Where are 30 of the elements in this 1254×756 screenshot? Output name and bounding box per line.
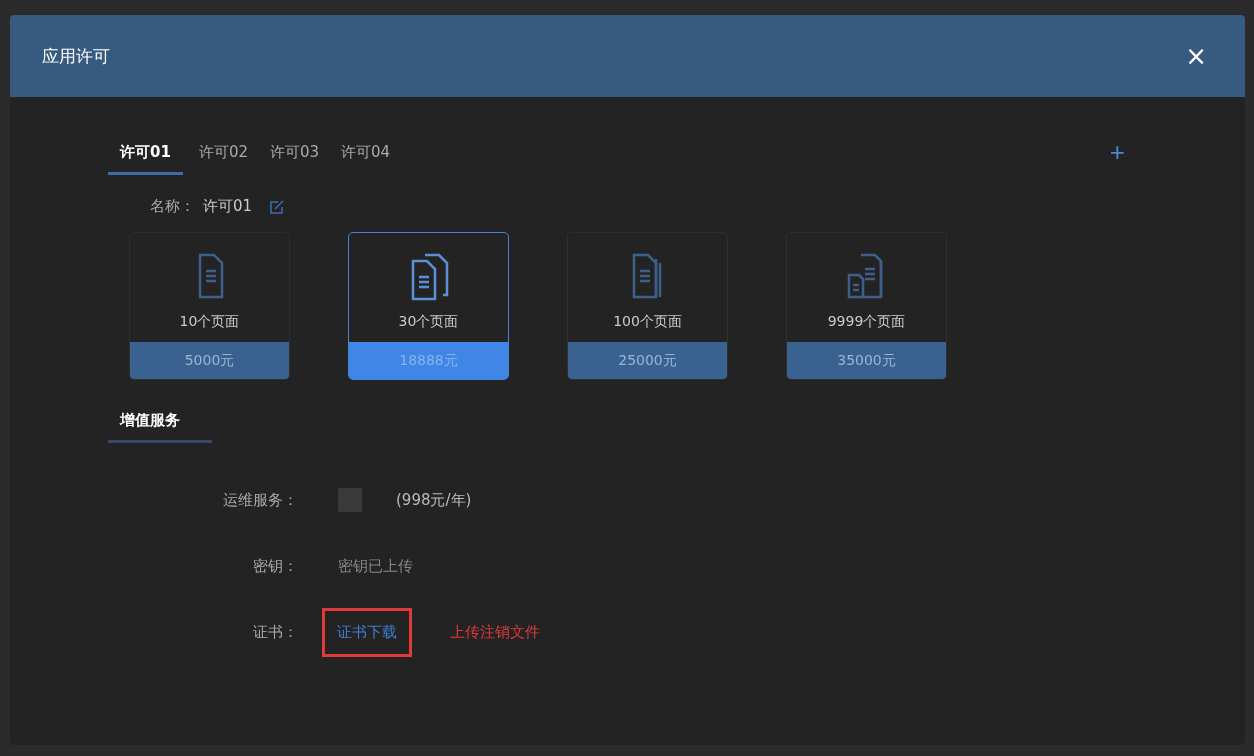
download-link[interactable]: 证书下载 xyxy=(322,607,412,657)
plan-pages: 10个页面 xyxy=(179,313,240,331)
license-tab[interactable]: 许可03 xyxy=(263,137,326,175)
section-title: 增值服务 xyxy=(108,411,212,443)
field-label: 证书： xyxy=(252,622,298,642)
plan-pages: 100个页面 xyxy=(613,313,682,331)
field-label: 密钥： xyxy=(252,556,298,576)
plan-price: 35000元 xyxy=(787,342,946,379)
plan-pages: 9999个页面 xyxy=(827,313,906,331)
plan-card[interactable]: 9999个页面 35000元 xyxy=(786,232,947,380)
edit-icon[interactable] xyxy=(268,197,287,216)
price-note: (998元/年) xyxy=(396,490,472,510)
status-text: 密钥已上传 xyxy=(338,556,413,576)
license-tab[interactable]: 许可04 xyxy=(335,137,397,175)
upload-link[interactable]: 上传注销文件 xyxy=(450,622,540,642)
plan-card[interactable]: 10个页面 5000元 xyxy=(129,232,290,380)
close-button[interactable]: × xyxy=(1179,41,1213,71)
add-button[interactable]: + xyxy=(1109,139,1125,165)
license-tab[interactable]: 许可01 xyxy=(108,137,183,175)
plan-price: 5000元 xyxy=(130,342,289,379)
plan-card[interactable]: 30个页面 18888元 xyxy=(348,232,509,380)
dialog-title: 应用许可 xyxy=(42,44,110,68)
plan-price: 18888元 xyxy=(349,342,508,379)
field-label: 运维服务： xyxy=(222,490,298,510)
name-label: 名称： xyxy=(150,197,195,216)
license-tab[interactable]: 许可02 xyxy=(192,137,254,175)
name-value: 许可01 xyxy=(203,197,253,216)
plan-pages: 30个页面 xyxy=(398,313,459,331)
plan-price: 25000元 xyxy=(568,342,727,379)
plan-card[interactable]: 100个页面 25000元 xyxy=(567,232,728,380)
